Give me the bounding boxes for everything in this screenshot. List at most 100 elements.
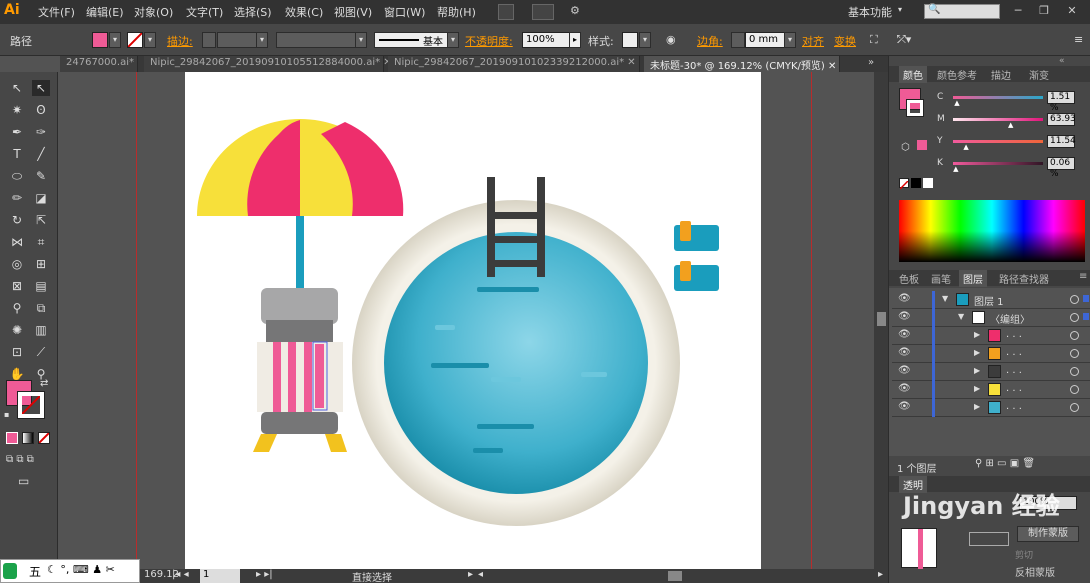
channel-slider[interactable]: [953, 118, 1043, 121]
graphic-style-swatch[interactable]: [622, 32, 638, 48]
eraser-tool-icon[interactable]: ◪: [32, 190, 50, 206]
layer-row[interactable]: 👁 ▶ . . .: [892, 345, 1090, 363]
free-transform-tool-icon[interactable]: ⌗: [32, 234, 50, 250]
draw-mode-icons[interactable]: ⧉ ⧉ ⧉: [6, 454, 34, 465]
stroke-weight-field[interactable]: [217, 32, 257, 48]
visibility-eye-icon[interactable]: 👁: [898, 311, 912, 323]
disclosure-triangle-icon[interactable]: ▶: [974, 330, 980, 339]
slider-knob[interactable]: ▲: [963, 143, 968, 151]
corner-radius-field[interactable]: 0 mm: [745, 32, 785, 48]
type-tool-icon[interactable]: T: [8, 146, 26, 162]
layer-row[interactable]: 👁 ▶ . . .: [892, 327, 1090, 345]
black-swatch[interactable]: [911, 178, 921, 188]
menu-type[interactable]: 文字(T): [186, 4, 223, 20]
color-mode-icon[interactable]: [6, 432, 18, 444]
visibility-eye-icon[interactable]: 👁: [898, 401, 912, 413]
layer-name[interactable]: . . .: [1006, 347, 1022, 358]
visibility-eye-icon[interactable]: 👁: [898, 293, 912, 305]
brush-dropdown[interactable]: ▾: [447, 32, 459, 48]
menu-select[interactable]: 选择(S): [234, 4, 272, 20]
bridge-icon[interactable]: [498, 4, 514, 20]
minimize-button[interactable]: ─: [1010, 4, 1026, 18]
symbol-sprayer-tool-icon[interactable]: ✺: [8, 322, 26, 338]
tab-document-active[interactable]: 未标题-30* @ 169.12% (CMYK/预览) ✕: [644, 56, 840, 72]
fill-dropdown[interactable]: ▾: [109, 32, 121, 48]
channel-value[interactable]: 11.54: [1047, 135, 1076, 148]
channel-slider[interactable]: [953, 96, 1043, 99]
tab-pathfinder[interactable]: 路径查找器: [995, 270, 1053, 287]
curvature-tool-icon[interactable]: ✑: [32, 124, 50, 140]
perspective-grid-tool-icon[interactable]: ⊞: [32, 256, 50, 272]
menu-edit[interactable]: 编辑(E): [86, 4, 124, 20]
target-circle-icon[interactable]: [1070, 385, 1079, 394]
stroke-weight-stepper[interactable]: [202, 32, 216, 48]
umbrella[interactable]: [197, 119, 404, 288]
gradient-mode-icon[interactable]: [22, 432, 34, 444]
lasso-tool-icon[interactable]: ʘ: [32, 102, 50, 118]
slider-knob[interactable]: ▲: [953, 165, 958, 173]
scale-tool-icon[interactable]: ⇱: [32, 212, 50, 228]
channel-value[interactable]: 63.93: [1047, 113, 1076, 126]
none-color-icon[interactable]: [899, 178, 909, 190]
graphic-style-dropdown[interactable]: ▾: [639, 32, 651, 48]
target-circle-icon[interactable]: [1070, 295, 1079, 304]
screen-mode-icon[interactable]: ▭: [18, 474, 29, 488]
opacity-dropdown[interactable]: ▸: [569, 32, 581, 48]
selection-indicator[interactable]: [1083, 295, 1089, 302]
arrange-documents-icon[interactable]: [532, 4, 554, 20]
clip-checkbox[interactable]: 剪切: [1015, 548, 1033, 561]
gpu-performance-icon[interactable]: ⚙: [570, 4, 580, 17]
menu-view[interactable]: 视图(V): [334, 4, 372, 20]
tab-document-3[interactable]: Nipic_29842067_20190910102339212000.ai* …: [388, 56, 640, 72]
ime-tool-icons[interactable]: ☾ °, ⌨ ♟ ✂: [47, 563, 115, 576]
transform-link[interactable]: 变换: [834, 33, 856, 49]
channel-value[interactable]: 1.51 %: [1047, 91, 1075, 113]
gradient-tool-icon[interactable]: ▤: [32, 278, 50, 294]
layer-row-top[interactable]: 👁 ▼ 图层 1: [892, 291, 1090, 309]
slider-knob[interactable]: ▲: [954, 99, 959, 107]
tab-stroke[interactable]: 描边: [987, 66, 1015, 83]
stroke-dropdown[interactable]: ▾: [144, 32, 156, 48]
gamut-swatch[interactable]: [917, 140, 927, 150]
width-tool-icon[interactable]: ⋈: [8, 234, 26, 250]
ime-toolbar[interactable]: 五 ☾ °, ⌨ ♟ ✂: [0, 559, 140, 583]
visibility-eye-icon[interactable]: 👁: [898, 329, 912, 341]
cooler[interactable]: [253, 288, 347, 452]
artboard-number[interactable]: 1: [200, 569, 240, 583]
disclosure-triangle-icon[interactable]: ▶: [974, 348, 980, 357]
color-panel-stroke[interactable]: [906, 99, 924, 117]
first-artboard-icon[interactable]: |◂ ◂: [172, 569, 189, 580]
paintbrush-tool-icon[interactable]: ✎: [32, 168, 50, 184]
disclosure-triangle-icon[interactable]: ▼: [958, 312, 964, 321]
artboard-tool-icon[interactable]: ⊡: [8, 344, 26, 360]
stroke-swatch[interactable]: [127, 32, 143, 48]
layer-row[interactable]: 👁 ▶ . . .: [892, 399, 1090, 417]
target-circle-icon[interactable]: [1070, 331, 1079, 340]
variable-width-profile[interactable]: [276, 32, 356, 48]
shape-builder-tool-icon[interactable]: ◎: [8, 256, 26, 272]
disclosure-triangle-icon[interactable]: ▶: [974, 384, 980, 393]
close-button[interactable]: ✕: [1064, 4, 1080, 18]
visibility-eye-icon[interactable]: 👁: [898, 383, 912, 395]
disclosure-triangle-icon[interactable]: ▶: [974, 402, 980, 411]
hscroll-left-icon[interactable]: ◂: [478, 569, 483, 580]
target-circle-icon[interactable]: [1070, 349, 1079, 358]
blend-tool-icon[interactable]: ⧉: [32, 300, 50, 316]
panel-menu-icon[interactable]: ≡: [1074, 33, 1083, 46]
layer-name[interactable]: . . .: [1006, 329, 1022, 340]
layer-row[interactable]: 👁 ▶ . . .: [892, 363, 1090, 381]
brush-definition[interactable]: 基本: [374, 32, 448, 48]
hscroll-right-icon[interactable]: ▸: [878, 569, 883, 580]
ime-mode[interactable]: 五: [29, 563, 41, 580]
restore-button[interactable]: ❐: [1036, 4, 1052, 18]
channel-slider[interactable]: [953, 162, 1043, 165]
opacity-field[interactable]: 100%: [522, 32, 570, 48]
slice-tool-icon[interactable]: ⟋: [32, 344, 50, 360]
column-graph-tool-icon[interactable]: ▥: [32, 322, 50, 338]
ellipse-tool-icon[interactable]: ⬭: [8, 168, 26, 184]
tab-color[interactable]: 颜色: [899, 66, 927, 83]
color-spectrum[interactable]: [899, 200, 1085, 262]
tab-gradient[interactable]: 渐变: [1025, 66, 1053, 83]
horizontal-scroll-thumb[interactable]: [668, 571, 682, 581]
target-circle-icon[interactable]: [1070, 367, 1079, 376]
